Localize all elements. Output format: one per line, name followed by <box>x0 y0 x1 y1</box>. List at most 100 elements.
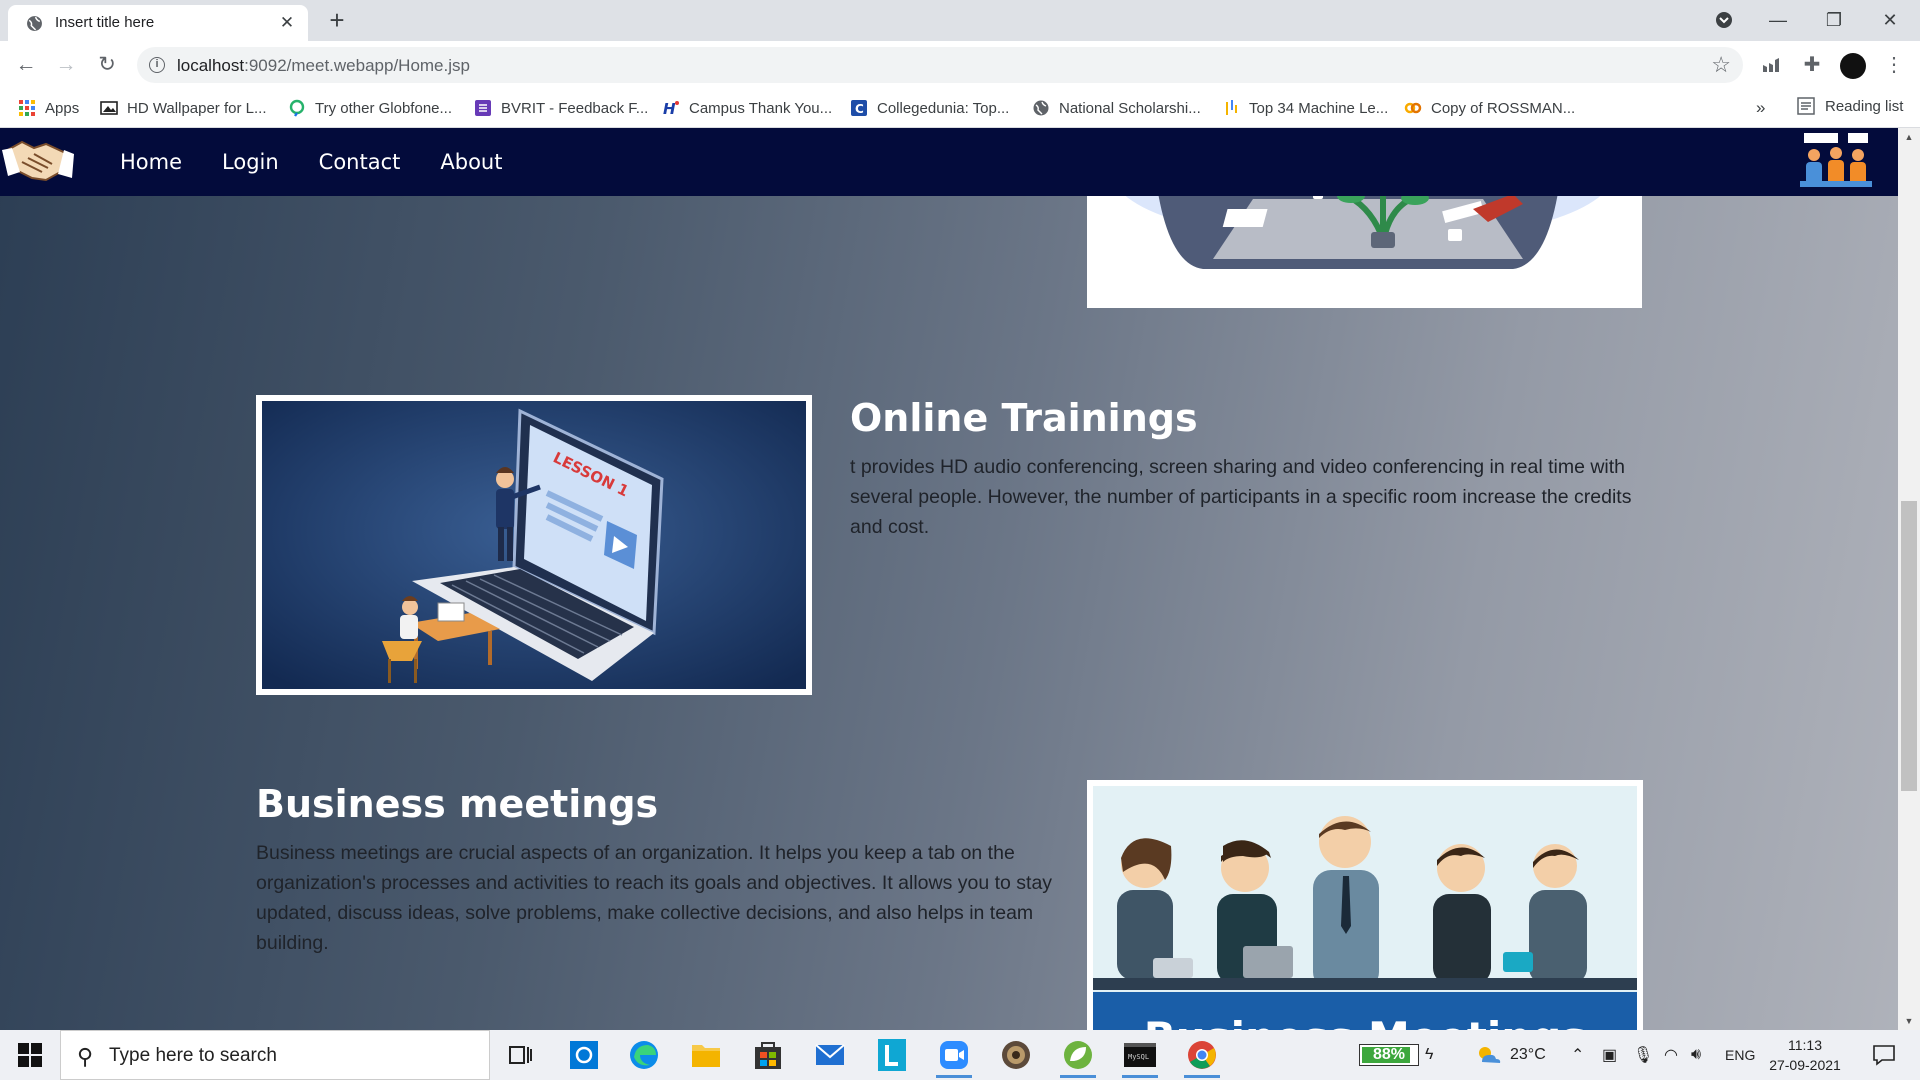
business-meetings-caption: Business Meetings <box>1144 1013 1587 1030</box>
windows-taskbar: ⚲ Type here to search MySQL 88% ϟ 23°C ⌃… <box>0 1030 1920 1080</box>
nav-contact[interactable]: Contact <box>319 150 401 174</box>
lens-app-icon[interactable] <box>870 1035 914 1075</box>
chrome-app-icon[interactable] <box>1180 1035 1224 1078</box>
scroll-thumb[interactable] <box>1901 501 1917 791</box>
svg-text:MySQL: MySQL <box>1128 1053 1149 1061</box>
microphone-icon[interactable]: 🎙︎ <box>1633 1030 1653 1080</box>
temperature: 23°C <box>1510 1046 1546 1063</box>
image-icon <box>100 101 118 115</box>
svg-text:H: H <box>663 100 676 117</box>
battery-indicator[interactable]: 88% <box>1359 1044 1419 1066</box>
online-training-illustration: LESSON 1 <box>262 401 806 689</box>
scroll-up-arrow-icon[interactable]: ▲ <box>1898 128 1920 146</box>
site-info-icon[interactable]: i <box>149 57 165 73</box>
browser-tab[interactable]: Insert title here ✕ <box>8 5 308 41</box>
team-meeting-logo[interactable] <box>1798 131 1874 193</box>
handshake-logo[interactable] <box>2 132 74 188</box>
close-window-button[interactable]: ✕ <box>1862 0 1918 40</box>
online-trainings-text: t provides HD audio conferencing, screen… <box>850 456 1632 538</box>
svg-text:C: C <box>855 102 864 116</box>
bookmarks-bar: Apps HD Wallpaper for L... Try other Glo… <box>0 89 1920 128</box>
forward-icon[interactable]: → <box>50 49 82 81</box>
task-view-icon[interactable] <box>498 1035 542 1075</box>
taskbar-search-box[interactable]: ⚲ Type here to search <box>60 1030 490 1080</box>
edge-browser-icon[interactable] <box>622 1035 666 1075</box>
nav-about[interactable]: About <box>440 150 502 174</box>
menu-kebab-icon[interactable]: ⋮ <box>1878 49 1910 81</box>
taskbar-search-placeholder: Type here to search <box>109 1045 277 1066</box>
page-viewport: Home Login Contact About LESSON 1 Online… <box>0 128 1920 1030</box>
collegedunia-icon: C <box>851 100 867 116</box>
business-meetings-illustration: Business Meetings <box>1093 786 1637 1030</box>
file-explorer-icon[interactable] <box>684 1035 728 1075</box>
weather-cloud-icon <box>1479 1047 1501 1063</box>
bookmark-bvrit-feedback[interactable]: BVRIT - Feedback F... <box>474 97 648 119</box>
tab-search-icon[interactable] <box>1696 0 1752 40</box>
clock-time: 11:13 <box>1788 1037 1822 1053</box>
profile-avatar[interactable] <box>1840 53 1866 79</box>
bars-icon <box>1226 100 1237 115</box>
browser-tab-strip: Insert title here ✕ + — ❐ ✕ <box>0 0 1920 41</box>
windows-logo-icon <box>18 1043 42 1067</box>
nav-home[interactable]: Home <box>120 150 182 174</box>
gamepad-app-icon[interactable] <box>994 1035 1038 1075</box>
form-icon <box>475 100 491 116</box>
colab-icon <box>1404 102 1422 114</box>
online-trainings-title: Online Trainings <box>850 396 1198 440</box>
battery-percentage: 88% <box>1372 1046 1406 1063</box>
clock-date: 27-09-2021 <box>1769 1057 1841 1073</box>
bookmark-colab-rossman[interactable]: Copy of ROSSMAN... <box>1404 97 1575 119</box>
reload-icon[interactable]: ↻ <box>91 49 123 81</box>
extension-chart-icon[interactable] <box>1756 49 1788 81</box>
site-nav-links: Home Login Contact About <box>120 128 502 196</box>
bookmark-star-icon[interactable]: ☆ <box>1711 52 1731 78</box>
site-navbar: Home Login Contact About <box>0 128 1898 196</box>
globe-icon <box>27 16 42 31</box>
reading-list-icon <box>1797 97 1815 115</box>
tab-close-icon[interactable]: ✕ <box>276 12 298 34</box>
globe-icon <box>1033 100 1049 116</box>
mysql-terminal-icon[interactable]: MySQL <box>1118 1035 1162 1078</box>
globfone-icon <box>289 99 305 117</box>
more-bookmarks-icon[interactable]: » <box>1756 97 1765 119</box>
windows-start-button[interactable] <box>0 1030 60 1080</box>
restore-button[interactable]: ❐ <box>1806 0 1862 40</box>
hi-icon: H <box>663 100 679 117</box>
new-tab-button[interactable]: + <box>323 7 351 35</box>
cortana-app-icon[interactable] <box>562 1035 606 1075</box>
device-icon[interactable]: ▣ <box>1602 1030 1617 1080</box>
scroll-down-arrow-icon[interactable]: ▼ <box>1898 1012 1920 1030</box>
bookmark-campus-thank-you[interactable]: H Campus Thank You... <box>662 97 832 119</box>
volume-icon[interactable]: 🔊︎ <box>1691 1030 1701 1080</box>
mail-app-icon[interactable] <box>808 1035 852 1075</box>
reading-list-button[interactable]: Reading list <box>1797 97 1903 115</box>
minimize-button[interactable]: — <box>1750 0 1806 40</box>
page-scrollbar[interactable]: ▲ ▼ <box>1898 128 1920 1030</box>
bookmark-collegedunia[interactable]: C Collegedunia: Top... <box>850 97 1009 119</box>
extensions-puzzle-icon[interactable]: ✚ <box>1796 49 1828 81</box>
back-icon[interactable]: ← <box>10 49 42 81</box>
show-hidden-icons-chevron-icon[interactable]: ⌃ <box>1571 1030 1584 1080</box>
notifications-icon[interactable] <box>1872 1030 1896 1080</box>
weather-widget[interactable]: 23°C <box>1476 1030 1546 1080</box>
zoom-app-icon[interactable] <box>932 1035 976 1078</box>
bookmark-hd-wallpaper[interactable]: HD Wallpaper for L... <box>100 97 267 119</box>
business-meetings-image-card: Business Meetings <box>1087 780 1643 1030</box>
business-meetings-text: Business meetings are crucial aspects of… <box>256 842 1053 954</box>
apps-grid-icon <box>19 100 35 116</box>
wifi-icon[interactable]: ◠ <box>1664 1030 1678 1080</box>
search-icon: ⚲ <box>77 1044 94 1069</box>
bookmark-apps[interactable]: Apps <box>18 97 79 119</box>
bookmark-national-scholarship[interactable]: National Scholarshi... <box>1032 97 1201 119</box>
microsoft-store-icon[interactable] <box>746 1035 790 1075</box>
bookmark-top-34-machine-learning[interactable]: Top 34 Machine Le... <box>1222 97 1388 119</box>
address-bar[interactable]: i localhost:9092/meet.webapp/Home.jsp ☆ <box>137 47 1743 83</box>
plug-icon: ϟ <box>1425 1046 1434 1063</box>
nav-login[interactable]: Login <box>222 150 279 174</box>
url-text[interactable]: localhost:9092/meet.webapp/Home.jsp <box>177 56 470 76</box>
tab-title: Insert title here <box>55 14 155 31</box>
spring-tool-icon[interactable] <box>1056 1035 1100 1078</box>
business-meetings-title: Business meetings <box>256 782 659 826</box>
bookmark-globfone[interactable]: Try other Globfone... <box>288 97 452 119</box>
system-clock[interactable]: 11:13 27-09-2021 <box>1745 1035 1865 1075</box>
